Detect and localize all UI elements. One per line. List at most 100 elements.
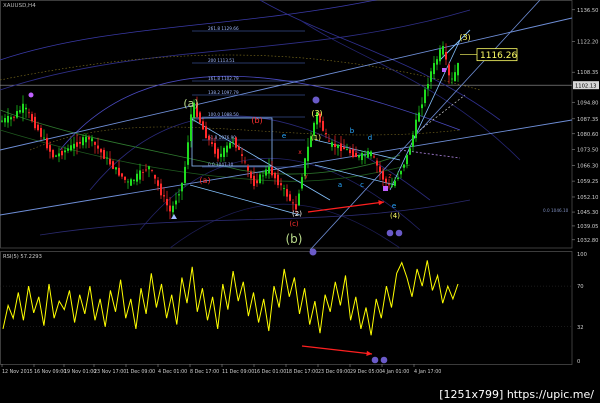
x-tick-label: 4 Jan 17:00 bbox=[414, 369, 441, 375]
x-tick-label: 4 Dec 01:00 bbox=[158, 369, 187, 375]
wave-label: x bbox=[298, 149, 302, 156]
candle-body bbox=[394, 180, 396, 186]
candle-body bbox=[4, 118, 6, 123]
candle-body bbox=[256, 180, 258, 184]
candle-body bbox=[136, 173, 138, 182]
candle-body bbox=[130, 179, 132, 186]
fib-zero-label: 0.0 1046.10 bbox=[543, 208, 569, 213]
x-tick-label: 16 Dec 01:00 bbox=[254, 369, 286, 375]
candle-body bbox=[163, 195, 165, 197]
candle-body bbox=[253, 175, 255, 186]
candle-body bbox=[373, 156, 375, 158]
candle-body bbox=[16, 111, 18, 118]
candle-body bbox=[397, 177, 399, 179]
wave-label: b bbox=[350, 127, 355, 135]
candle-body bbox=[97, 145, 99, 149]
candle-body bbox=[427, 84, 429, 89]
candle-body bbox=[7, 115, 9, 123]
candle-body bbox=[433, 63, 435, 75]
candle-body bbox=[13, 116, 15, 118]
triangle-marker bbox=[171, 214, 177, 219]
y-tick-label: 1032.80 bbox=[577, 238, 598, 244]
dotted-curve bbox=[29, 126, 461, 151]
candle-body bbox=[436, 59, 438, 65]
envelope-curve bbox=[259, 0, 501, 121]
candle-body bbox=[328, 140, 330, 142]
wave-label: y bbox=[304, 173, 308, 180]
pivot-marker bbox=[442, 68, 446, 72]
fib-level-label: 200 1113.51 bbox=[208, 58, 235, 63]
x-tick-label: 4 Jan 01:00 bbox=[382, 369, 409, 375]
candle-body bbox=[388, 184, 390, 186]
rsi-y-tick-label: 0 bbox=[577, 359, 580, 365]
candle-body bbox=[331, 142, 333, 147]
candle-body bbox=[169, 205, 171, 212]
candle-body bbox=[442, 45, 444, 55]
candle-body bbox=[355, 152, 357, 158]
trend-line-upper bbox=[0, 17, 573, 151]
x-tick-label: 18 Dec 17:00 bbox=[286, 369, 318, 375]
x-tick-label: 23 Dec 09:00 bbox=[318, 369, 350, 375]
candle-body bbox=[181, 182, 183, 192]
channel-line bbox=[189, 184, 301, 216]
candle-body bbox=[61, 150, 63, 156]
wave-label: (b) bbox=[286, 232, 303, 246]
fib-level-label: 0.0 1047.10 bbox=[208, 162, 234, 167]
candle-body bbox=[43, 137, 45, 139]
candle-body bbox=[409, 148, 411, 155]
candle-body bbox=[292, 202, 294, 204]
candle-body bbox=[172, 205, 174, 213]
wave-label: (3) bbox=[311, 109, 322, 118]
y-tick-label: 1052.10 bbox=[577, 195, 598, 201]
candle-body bbox=[220, 153, 222, 157]
wave-label: (a) bbox=[199, 176, 210, 185]
candle-body bbox=[91, 138, 93, 142]
candle-body bbox=[106, 157, 108, 159]
candle-body bbox=[226, 145, 228, 153]
candle-body bbox=[166, 198, 168, 206]
envelope-curve bbox=[89, 115, 431, 201]
candle-body bbox=[190, 114, 192, 142]
candle-body bbox=[112, 161, 114, 169]
candle-body bbox=[391, 185, 393, 187]
candle-body bbox=[109, 158, 111, 165]
candle-body bbox=[415, 119, 417, 139]
candle-body bbox=[451, 78, 453, 80]
candle-body bbox=[367, 151, 369, 158]
x-tick-label: 12 Nov 2015 bbox=[2, 369, 33, 375]
candle-body bbox=[157, 180, 159, 186]
candle-body bbox=[406, 154, 408, 165]
rsi-y-tick-label: 100 bbox=[577, 252, 587, 258]
wave-label: e bbox=[282, 132, 286, 140]
trend-line-steep bbox=[309, 0, 541, 251]
wave-label: e bbox=[392, 202, 396, 210]
candle-body bbox=[271, 167, 273, 176]
candle-body bbox=[205, 126, 207, 139]
candle-body bbox=[82, 137, 84, 146]
candle-body bbox=[403, 164, 405, 168]
candle-body bbox=[286, 189, 288, 197]
candle-body bbox=[376, 160, 378, 166]
candle-body bbox=[322, 120, 324, 131]
candle-body bbox=[358, 155, 360, 158]
dotted-curve bbox=[0, 54, 481, 91]
candle-body bbox=[445, 52, 447, 60]
candle-body bbox=[454, 72, 456, 82]
x-tick-label: 1 Dec 09:00 bbox=[126, 369, 155, 375]
candle-body bbox=[382, 171, 384, 180]
y-tick-label: 1059.25 bbox=[577, 179, 598, 185]
candle-body bbox=[118, 167, 120, 176]
candle-body bbox=[25, 107, 27, 110]
fib-level-label: 261.8 1129.66 bbox=[208, 26, 239, 31]
candle-body bbox=[298, 193, 300, 206]
rsi-title: RSI(5) 57.2293 bbox=[3, 254, 42, 260]
candle-body bbox=[412, 134, 414, 147]
candle-body bbox=[46, 137, 48, 149]
y-tick-label: 1073.50 bbox=[577, 148, 598, 154]
candle-body bbox=[34, 116, 36, 129]
candle-body bbox=[22, 103, 24, 113]
x-tick-label: 16 Nov 09:00 bbox=[34, 369, 66, 375]
candle-body bbox=[187, 142, 189, 165]
envelope-curve bbox=[59, 75, 461, 151]
dashed-line bbox=[419, 94, 466, 131]
